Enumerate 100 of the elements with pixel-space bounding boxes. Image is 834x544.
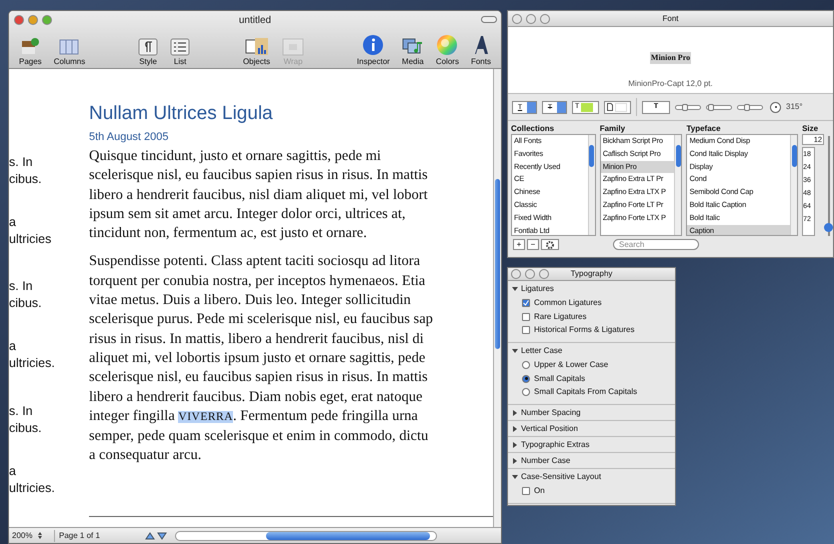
info-icon [362, 34, 384, 56]
font-preview: Minion Pro [650, 52, 692, 64]
window-title: untitled [238, 14, 272, 28]
columns-icon [59, 38, 80, 56]
panel-title: Font [661, 12, 680, 24]
collection-button[interactable]: − [527, 239, 539, 250]
collection-button[interactable]: + [513, 239, 525, 250]
section-header[interactable]: Ligatures [512, 283, 671, 294]
checkbox[interactable] [522, 487, 530, 495]
text-chart-icon [244, 38, 269, 56]
down-arrow-icon[interactable] [157, 532, 167, 540]
checkbox[interactable] [522, 299, 530, 307]
text-line: s. In [9, 154, 34, 171]
option-label: Small Capitals From Capitals [534, 386, 638, 398]
shadow-slider[interactable] [706, 104, 732, 110]
toolbar-button[interactable]: Fonts [470, 34, 491, 66]
section-header[interactable]: Letter Case [512, 345, 671, 356]
document-color-swatch[interactable] [604, 100, 631, 114]
column-header: Family [600, 123, 626, 134]
text-line: ultricies. [9, 480, 56, 497]
column-header: Size [802, 123, 820, 134]
radio-button[interactable] [522, 374, 530, 382]
angle-dial[interactable] [770, 102, 781, 112]
option-label: Upper & Lower Case [534, 359, 608, 371]
column-header: Collections [511, 123, 556, 134]
stepper-icon [38, 532, 42, 539]
section-header[interactable]: Typographic Extras [512, 439, 671, 450]
disclosure-triangle-icon [512, 458, 518, 464]
option-label: Small Capitals [534, 372, 586, 384]
panel-title: Typography [570, 268, 614, 280]
slider-thumb[interactable] [744, 104, 750, 110]
scroll-thumb[interactable] [495, 179, 500, 349]
section-header[interactable]: Vertical Position [512, 423, 671, 434]
zoom-selector[interactable]: 200% [9, 530, 55, 542]
disclosure-triangle-icon [512, 474, 518, 480]
text-line: a consequatur arcu. [89, 446, 202, 466]
toolbar-button[interactable]: Columns [54, 38, 86, 66]
column-header: Typeface [686, 123, 722, 134]
option-label: On [534, 485, 545, 497]
slider-thumb[interactable] [682, 104, 688, 110]
toolbar-button[interactable]: Inspector [356, 34, 390, 66]
list-scrollbar[interactable] [588, 135, 595, 235]
text-line: s. In [9, 278, 34, 296]
text-line: a [9, 338, 17, 356]
text-line: s. In [9, 402, 34, 420]
radio-button[interactable] [522, 388, 530, 396]
disclosure-triangle-icon [512, 410, 518, 416]
action-menu[interactable] [541, 239, 559, 250]
page-icon [20, 38, 40, 56]
search-field[interactable]: Search [613, 239, 699, 250]
font-info: MinionPro-Capt 12,0 pt. [628, 78, 713, 90]
toolbar-button[interactable]: Style [138, 38, 158, 66]
radio-button[interactable] [522, 361, 530, 369]
toolbar-button[interactable]: Colors [436, 34, 459, 66]
scroll-thumb[interactable] [266, 532, 430, 540]
checkbox[interactable] [522, 326, 530, 334]
text-line: libero a hendrerit faucibus. Diam nobis eget, erat natoque [89, 388, 424, 407]
document-heading: Nullam Ultrices Ligula [89, 102, 274, 126]
option-label: Common Ligatures [534, 297, 602, 309]
gear-icon [546, 240, 554, 248]
shadow-slider[interactable] [675, 104, 701, 110]
text-line: tincidunt non, fermentum ac, est justo et ornare. [89, 224, 368, 244]
text-line: torquent per conubia nostra, per inceptos hymenaeos. Etia [89, 272, 426, 291]
text-line: a [9, 462, 17, 480]
text-line: Quisque tincidunt, justo et ornare sagittis, pede mi [89, 147, 382, 166]
paragraph-icon [138, 38, 158, 56]
list-scrollbar[interactable] [674, 135, 682, 235]
disclosure-triangle-icon [512, 442, 518, 448]
toolbar-button[interactable]: List [170, 38, 190, 66]
slider-thumb[interactable] [824, 222, 833, 232]
text-line: cibus. [9, 420, 43, 437]
slider-thumb[interactable] [708, 104, 714, 110]
up-arrow-icon[interactable] [145, 532, 155, 540]
toolbar-button[interactable]: Media [402, 36, 424, 66]
text-line: ipsum sem sit amet arcu. Integer dolor orci, ultrices at, [89, 204, 406, 224]
text-line: libero a hendrerit faucibus, nisl diam aliquet mi, vel lobort [89, 186, 429, 205]
vertical-scrollbar[interactable] [493, 69, 501, 527]
text-line: scelerisque nisl, eu faucibus sapien risus in risus. In mattis [89, 368, 429, 388]
document-date: 5th August 2005 [89, 130, 170, 145]
section-header[interactable]: Case-Sensitive Layout [512, 471, 671, 482]
section-header[interactable]: Number Spacing [512, 407, 671, 418]
toolbar-toggle-icon[interactable] [481, 16, 497, 23]
option-label: Historical Forms & Ligatures [534, 324, 634, 336]
toolbar-button[interactable]: Objects [242, 38, 270, 66]
text-line: risus in risus. In mattis, libero a hendrerit faucibus, nisl di [89, 330, 425, 349]
section-header[interactable]: Number Case [512, 455, 671, 466]
list-scrollbar[interactable] [790, 135, 798, 235]
text-line: cibus. [9, 171, 43, 188]
media-icon [402, 36, 424, 56]
toolbar-button[interactable]: Pages [19, 38, 42, 66]
disclosure-triangle-icon [512, 348, 518, 354]
text-line: Suspendisse potenti. Class aptent taciti sociosqu ad litora [89, 252, 422, 272]
text-line: ultricies [9, 231, 52, 248]
checkbox[interactable] [522, 312, 530, 320]
horizontal-scrollbar[interactable] [175, 530, 437, 540]
option-label: Rare Ligatures [534, 310, 586, 322]
text-line: scelerisque purus. Pede mi scelerisque nisl, eu faucibus sap [89, 310, 433, 330]
shadow-slider[interactable] [737, 104, 763, 110]
angle-value: 315° [786, 101, 803, 113]
wrap-icon [282, 38, 304, 56]
